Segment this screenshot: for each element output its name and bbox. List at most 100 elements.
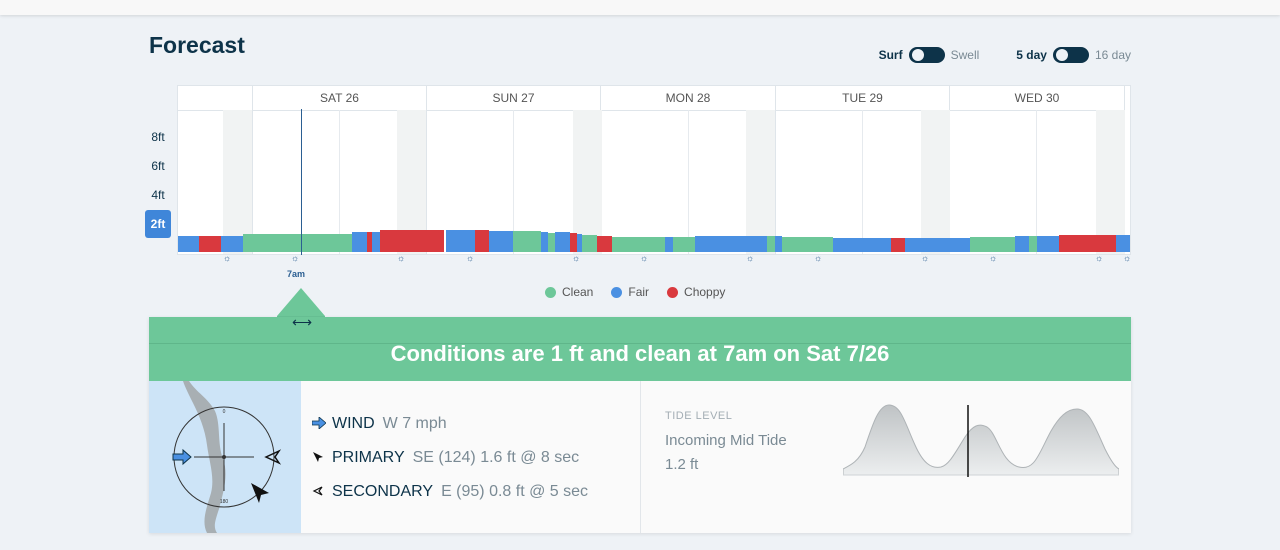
tide-state: Incoming Mid Tide [665, 432, 787, 449]
condition-bar [446, 230, 475, 252]
condition-bar [489, 231, 513, 252]
condition-bar [1037, 236, 1059, 252]
range-switch[interactable] [1052, 47, 1089, 63]
surf-swell-switch[interactable] [908, 47, 945, 63]
sun-icon: ☼ [1095, 253, 1104, 263]
secondary-row: SECONDARY E (95) 0.8 ft @ 5 sec [312, 475, 588, 509]
day-header: SUN 27 [427, 86, 600, 111]
current-time-line [301, 109, 302, 255]
condition-bar [513, 231, 541, 252]
legend-label: Fair [628, 285, 650, 299]
night-shade [746, 110, 775, 254]
day-header: WED 30 [950, 86, 1124, 111]
switch-knob [1055, 49, 1068, 61]
midday-line [339, 110, 340, 254]
conditions-list: WIND W 7 mph PRIMARY SE (124) 1.6 ft @ 8… [311, 407, 588, 509]
condition-bar [570, 233, 577, 252]
legend-item-fair: Fair [611, 285, 649, 299]
wind-label: WIND [332, 415, 375, 432]
primary-value: SE (124) 1.6 ft @ 8 sec [412, 449, 580, 466]
y-label-active[interactable]: 2ft [145, 210, 171, 238]
night-shade [573, 110, 602, 254]
compass-graphic: 0 180 [172, 381, 282, 533]
sun-icon: ☼ [921, 253, 930, 263]
night-shade [921, 110, 950, 254]
surf-height-chart[interactable]: SAT 26 SUN 27 MON 28 TUE 29 WED 30 [177, 85, 1131, 255]
surf-label: Surf [878, 48, 903, 62]
arrow-right-icon [311, 415, 332, 432]
condition-bar [695, 236, 767, 252]
condition-bar [665, 237, 673, 252]
y-label: 6ft [151, 159, 165, 173]
condition-bar [833, 238, 891, 252]
condition-bar [221, 236, 243, 252]
sun-icon: ☼ [397, 253, 406, 263]
current-time-label: 7am [287, 269, 306, 279]
y-label: 8ft [151, 130, 165, 144]
primary-label: PRIMARY [332, 449, 405, 466]
condition-bar [372, 232, 380, 252]
top-bar [0, 0, 1280, 15]
tide-value: 1.2 ft [665, 456, 699, 473]
range-toggle[interactable]: 5 day 16 day [1016, 47, 1131, 63]
page-title: Forecast [149, 32, 245, 58]
condition-bar [597, 236, 612, 252]
day-header-partial [178, 86, 252, 111]
condition-bar [782, 237, 833, 252]
sun-icon: ☼ [223, 253, 232, 263]
condition-bar [612, 237, 665, 252]
chart-legend: Clean Fair Choppy [545, 285, 725, 299]
sun-icon: ☼ [466, 253, 475, 263]
midday-line [688, 110, 689, 254]
legend-dot-fair [611, 286, 623, 298]
five-day-label: 5 day [1016, 48, 1047, 62]
sun-icon: ☼ [1123, 253, 1132, 263]
condition-bar [555, 232, 570, 252]
wind-value: W 7 mph [382, 415, 447, 432]
legend-item-choppy: Choppy [667, 285, 725, 299]
condition-bar [775, 236, 782, 252]
condition-bar [548, 233, 555, 252]
condition-bar [475, 230, 489, 252]
condition-bar [380, 230, 444, 252]
toggle-controls: Surf Swell 5 day 16 day [879, 47, 1131, 63]
legend-dot-clean [545, 286, 556, 298]
condition-bar [178, 236, 199, 252]
primary-swell-arrow-icon [251, 483, 269, 503]
legend-dot-choppy [667, 286, 679, 298]
secondary-value: E (95) 0.8 ft @ 5 sec [441, 483, 589, 500]
day-column-partial [1124, 86, 1130, 254]
day-header: TUE 29 [776, 86, 949, 111]
condition-bar [970, 237, 1015, 252]
sun-icon: ☼ [291, 253, 300, 263]
surf-swell-toggle[interactable]: Surf Swell [878, 47, 980, 63]
condition-bar [1029, 236, 1037, 252]
day-header: SAT 26 [253, 86, 426, 111]
wind-row: WIND W 7 mph [311, 407, 588, 441]
condition-bar [352, 232, 367, 252]
legend-item-clean: Clean [545, 285, 593, 299]
swell-label: Swell [950, 48, 980, 62]
switch-knob [911, 49, 924, 61]
night-shade [1096, 110, 1125, 254]
compass-north-label: 0 [223, 409, 226, 415]
condition-bar [891, 238, 905, 252]
arrow-pointer-icon [312, 451, 332, 466]
drag-arrows-icon[interactable]: ⟷ [292, 314, 312, 331]
midday-line [862, 110, 863, 254]
sun-icon: ☼ [814, 253, 823, 263]
midday-line [1036, 110, 1037, 254]
condition-bar [905, 238, 970, 252]
compass-south-label: 180 [220, 499, 229, 505]
conditions-card: ⟷ Conditions are 1 ft and clean at 7am o… [149, 288, 1131, 533]
sun-icon: ☼ [989, 253, 998, 263]
condition-bar [541, 232, 548, 252]
legend-label: Clean [562, 285, 594, 299]
day-header: MON 28 [601, 86, 775, 111]
condition-bar [243, 234, 352, 252]
sun-icon: ☼ [746, 253, 755, 263]
tide-graph[interactable] [843, 401, 1119, 477]
condition-bar [1116, 235, 1130, 252]
arrow-outline-icon [312, 485, 332, 500]
y-label: 4ft [151, 188, 165, 202]
